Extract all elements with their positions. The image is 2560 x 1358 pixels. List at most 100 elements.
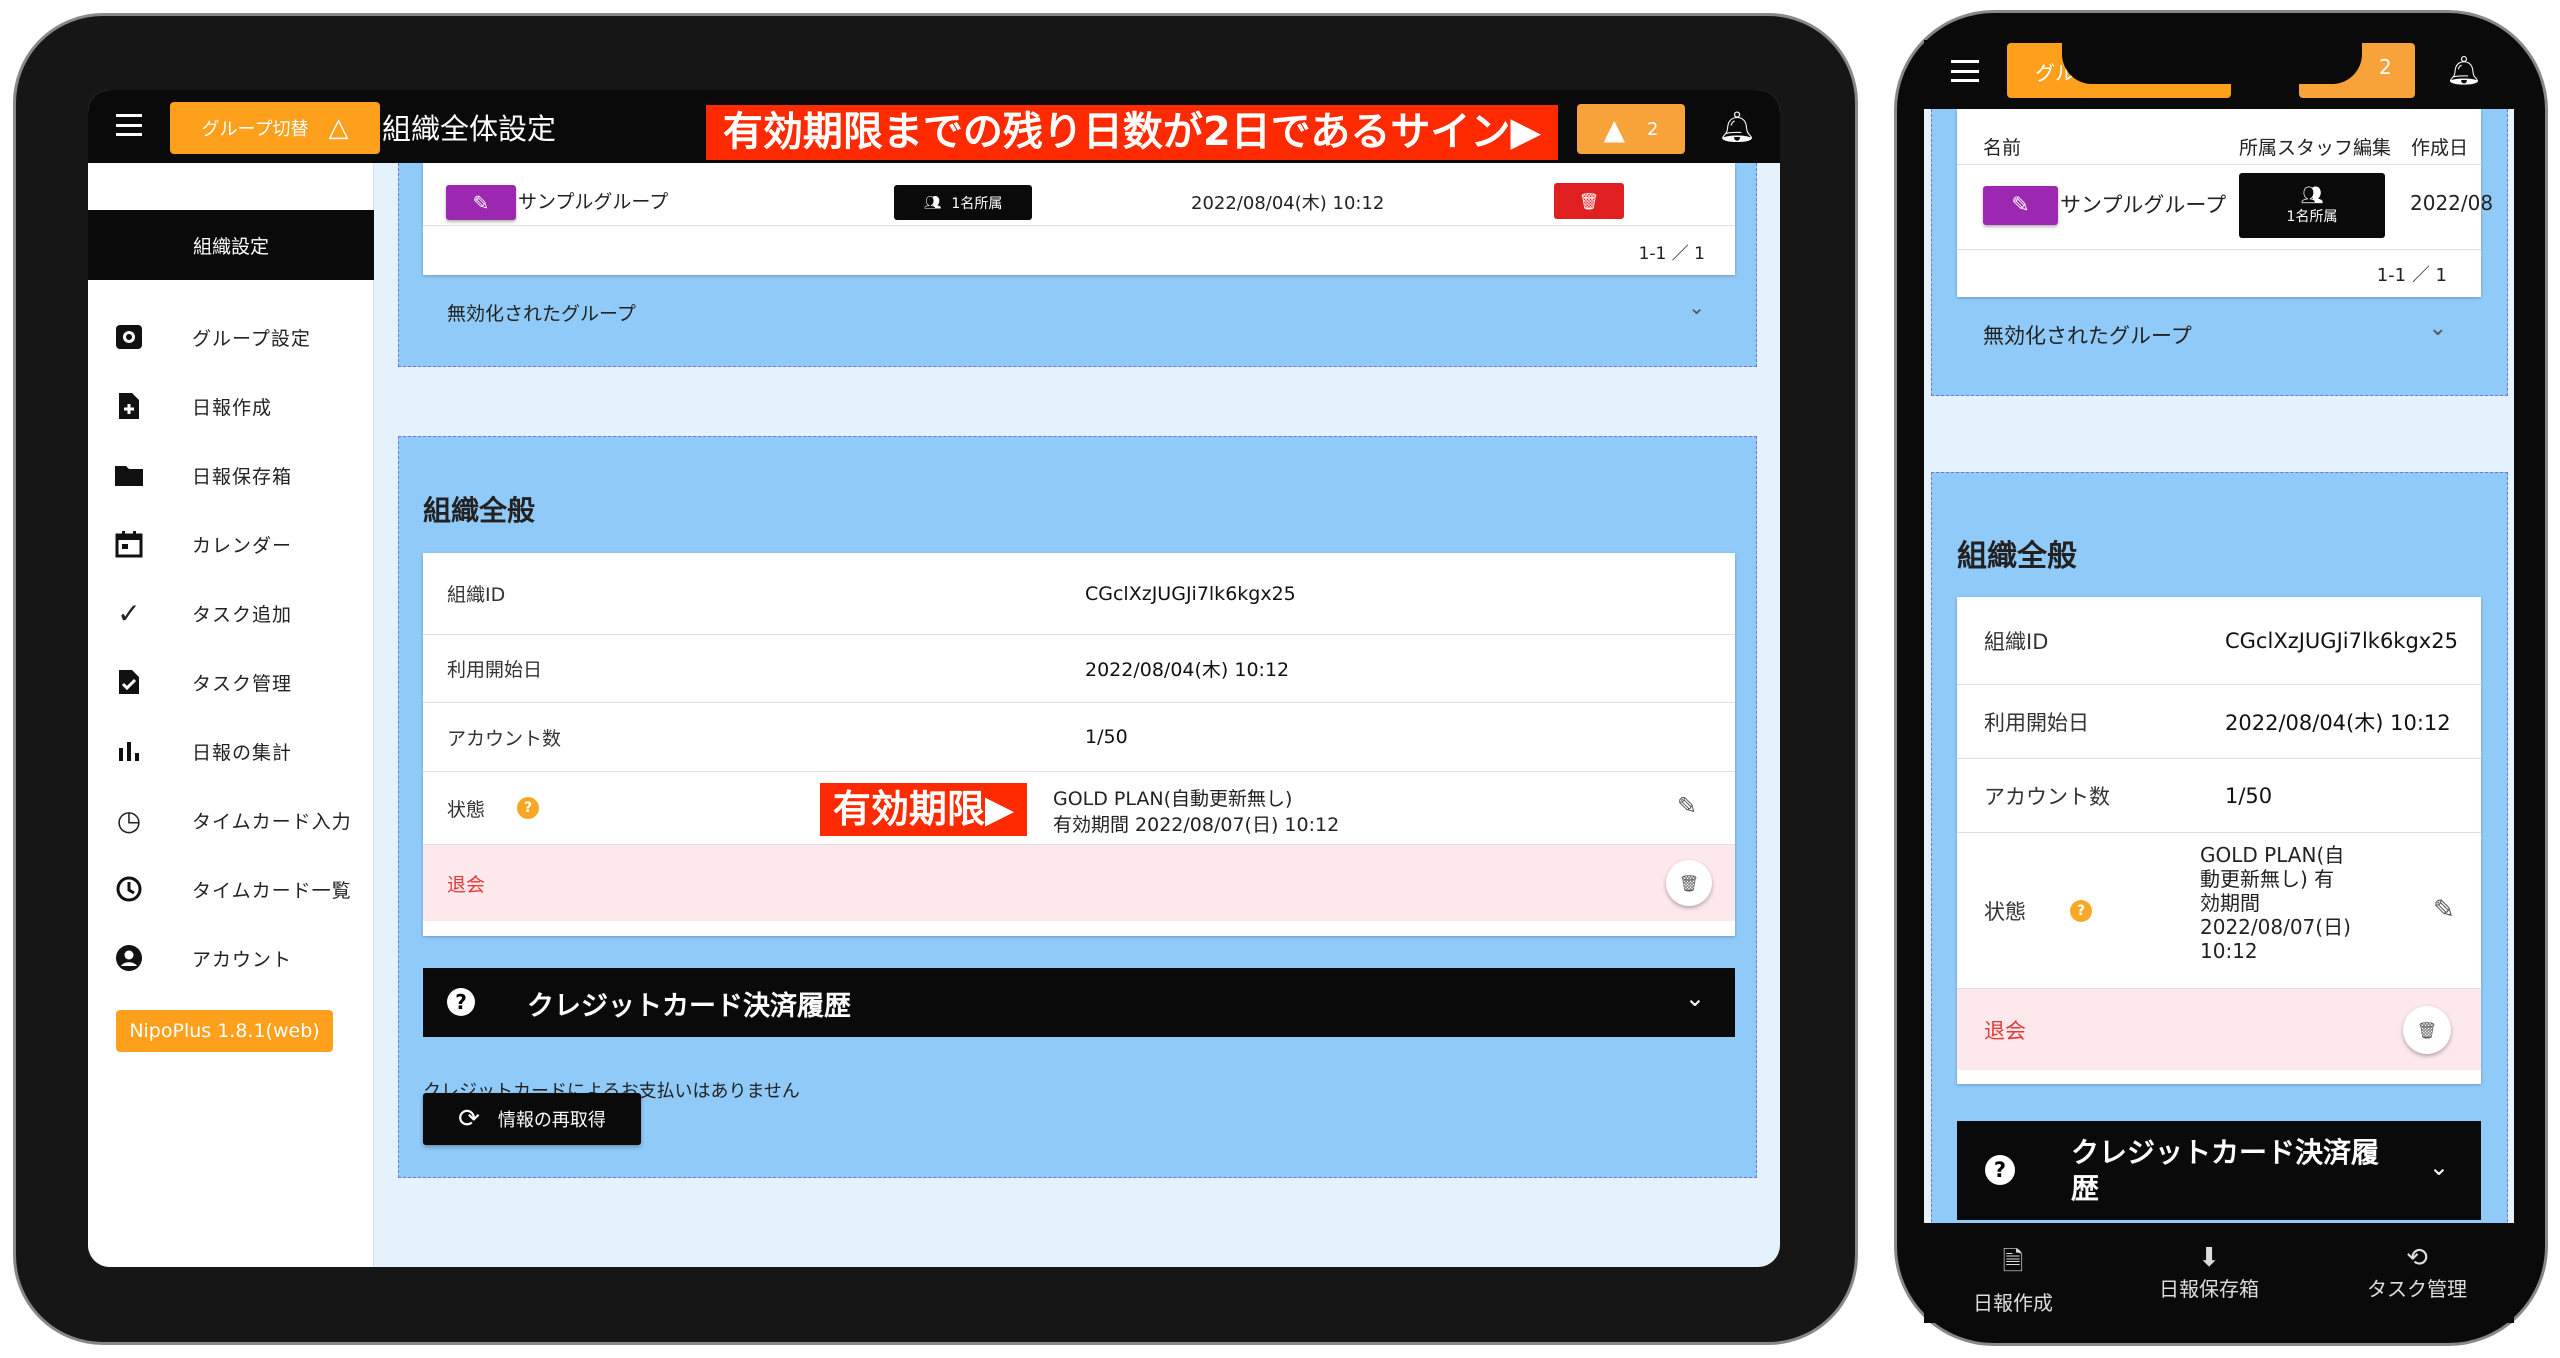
sidebar-item-task-management[interactable]: タスク管理 <box>88 657 374 707</box>
bar-chart-icon <box>114 736 144 766</box>
help-circle-icon: ? <box>447 988 475 1016</box>
menu-icon[interactable] <box>1951 60 1979 82</box>
chevron-down-icon: ⌄ <box>2428 1153 2449 1181</box>
task-refresh-icon: ⟲ <box>2406 1243 2428 1273</box>
refresh-icon: ⟳ <box>458 1104 480 1134</box>
withdraw-label: 退会 <box>1984 1018 2026 1043</box>
sidebar-section-org-settings[interactable]: 組織設定 <box>88 210 374 280</box>
tablet-screen: グループ切替 △ 組織全体設定 有効期限までの残り日数が2日であるサイン▶ ▲ … <box>88 90 1780 1267</box>
accounts-value: 1/50 <box>2225 783 2273 808</box>
sidebar-item-label: カレンダー <box>192 534 293 557</box>
credit-history-accordion[interactable]: ? クレジットカード決済履歴 ⌄ <box>423 968 1735 1037</box>
version-badge[interactable]: NipoPlus 1.8.1(web) <box>116 1010 333 1052</box>
start-date-value: 2022/08/04(木) 10:12 <box>1085 659 1290 681</box>
col-staff: 所属スタッフ編集 <box>2239 137 2392 159</box>
sidebar-item-report-box[interactable]: 日報保存箱 <box>88 450 374 500</box>
warning-icon: ▲ <box>1603 112 1626 146</box>
edit-plan-pencil-icon[interactable]: ✎ <box>2433 895 2455 925</box>
bottom-nav-task-management[interactable]: ⟲ タスク管理 <box>2352 1243 2482 1302</box>
people-icon: 👥︎ <box>923 194 942 211</box>
group-members-button[interactable]: 👥︎ 1名所属 <box>894 185 1032 220</box>
task-check-icon <box>114 667 144 697</box>
accounts-label: アカウント数 <box>1984 784 2110 809</box>
help-icon[interactable]: ? <box>517 797 539 819</box>
expiry-annotation: 有効期限▶ <box>820 783 1027 836</box>
sidebar-item-timecard-list[interactable]: タイムカード一覧 <box>88 864 374 914</box>
expiry-alert-button[interactable]: ▲ 2 <box>1577 104 1685 154</box>
accounts-label: アカウント数 <box>447 727 562 750</box>
withdraw-label: 退会 <box>447 873 486 896</box>
status-label: 状態 <box>1984 899 2026 924</box>
org-id-value: CGclXzJUGJi7lk6kgx25 <box>1085 582 1296 605</box>
warning-outline-icon: △ <box>328 113 349 143</box>
folder-icon <box>114 460 144 490</box>
help-icon[interactable]: ? <box>2070 900 2092 922</box>
sidebar-item-timecard-input[interactable]: ◷ タイムカード入力 <box>88 795 374 845</box>
sidebar-item-calendar[interactable]: カレンダー <box>88 519 374 569</box>
withdraw-row: 退会 🗑︎ <box>423 845 1735 921</box>
members-count: 1名所属 <box>2286 209 2338 225</box>
sidebar-item-account[interactable]: アカウント <box>88 933 374 983</box>
group-name: サンプルグループ <box>518 191 669 213</box>
accounts-row: アカウント数 1/50 <box>423 703 1735 772</box>
group-created-date: 2022/08/04(木) 10:12 <box>1191 193 1385 214</box>
org-id-row: 組織ID CGclXzJUGJi7lk6kgx25 <box>1957 597 2481 685</box>
edit-plan-pencil-icon[interactable]: ✎ <box>1677 792 1697 820</box>
phone-groups-table: 名前 所属スタッフ編集 作成日 ✎ サンプルグループ 👥︎ 1名所属 2022/0… <box>1957 109 2493 297</box>
pagination: 1-1 ／ 1 <box>2376 265 2447 286</box>
delete-group-button[interactable]: 🗑︎ <box>1554 183 1624 219</box>
disabled-groups-toggle[interactable]: 無効化されたグループ ⌄ <box>423 289 1735 333</box>
file-plus-icon <box>114 391 144 421</box>
disabled-groups-toggle[interactable]: 無効化されたグループ ⌄ <box>1957 314 2481 354</box>
org-general-panel: 組織全般 組織ID CGclXzJUGJi7lk6kgx25 利用開始日 202… <box>398 436 1757 1178</box>
phone-screen: 名前 所属スタッフ編集 作成日 ✎ サンプルグループ 👥︎ 1名所属 2022/0… <box>1924 109 2514 1223</box>
org-general-heading: 組織全般 <box>423 494 536 527</box>
sidebar: 組織設定 グループ設定 日報作成 日報保存箱 カレンダー ✓ タスク追加 タスク管… <box>88 163 374 1267</box>
group-switch-button[interactable]: グループ切替 △ <box>170 102 380 154</box>
sidebar-item-add-task[interactable]: ✓ タスク追加 <box>88 588 374 638</box>
group-name: サンプルグループ <box>2060 193 2227 217</box>
sidebar-item-label: タイムカード入力 <box>192 810 352 833</box>
members-count: 1名所属 <box>951 195 1003 212</box>
menu-icon[interactable] <box>116 114 142 136</box>
sidebar-item-label: グループ設定 <box>192 327 311 350</box>
credit-history-accordion[interactable]: ? クレジットカード決済履歴 ⌄ <box>1957 1121 2481 1220</box>
bottom-nav-label: 日報作成 <box>1973 1291 2053 1315</box>
groups-table: ✎ サンプルグループ 👥︎ 1名所属 2022/08/04(木) 10:12 🗑︎… <box>423 163 1735 275</box>
sidebar-item-label: タスク追加 <box>192 603 293 626</box>
accounts-row: アカウント数 1/50 <box>1957 759 2481 833</box>
start-date-label: 利用開始日 <box>447 659 543 681</box>
col-name: 名前 <box>1983 137 2022 159</box>
bottom-nav-label: タスク管理 <box>2367 1277 2467 1301</box>
edit-group-button[interactable]: ✎ <box>446 185 516 220</box>
trash-icon: 🗑︎ <box>1578 191 1600 211</box>
sidebar-section-label: 組織設定 <box>192 235 269 258</box>
pencil-icon: ✎ <box>2011 193 2030 218</box>
bottom-nav-label: 日報保存箱 <box>2159 1277 2259 1301</box>
group-members-button[interactable]: 👥︎ 1名所属 <box>2239 173 2385 238</box>
group-switch-label: グループ切替 <box>201 119 309 140</box>
bell-icon[interactable]: 🔔︎ <box>2446 54 2482 87</box>
phone-org-general-panel: 組織全般 組織ID CGclXzJUGJi7lk6kgx25 利用開始日 202… <box>1931 472 2508 1223</box>
bottom-nav-report-box[interactable]: ⬇︎ 日報保存箱 <box>2144 1243 2274 1302</box>
sidebar-item-group-settings[interactable]: グループ設定 <box>88 312 374 362</box>
sidebar-item-report-summary[interactable]: 日報の集計 <box>88 726 374 776</box>
refresh-button[interactable]: ⟳ 情報の再取得 <box>423 1093 641 1145</box>
bottom-nav-create-report[interactable]: 🗎 日報作成 <box>1963 1243 2063 1316</box>
edit-group-button[interactable]: ✎ <box>1983 186 2058 225</box>
sidebar-item-create-report[interactable]: 日報作成 <box>88 381 374 431</box>
disabled-groups-label: 無効化されたグループ <box>447 303 636 325</box>
withdraw-button[interactable]: 🗑︎ <box>2403 1006 2451 1054</box>
people-icon: 👥︎ <box>2300 185 2324 206</box>
app-header: グループ切替 △ 組織全体設定 有効期限までの残り日数が2日であるサイン▶ ▲ … <box>88 90 1780 163</box>
help-circle-icon: ? <box>1985 1155 2015 1185</box>
bell-icon[interactable]: 🔔︎ <box>1718 110 1756 145</box>
chevron-down-icon: ⌄ <box>2428 316 2447 341</box>
withdraw-button[interactable]: 🗑︎ <box>1666 860 1712 906</box>
credit-history-title: クレジットカード決済履歴 <box>2071 1136 2380 1205</box>
credit-history-title: クレジットカード決済履歴 <box>527 991 851 1022</box>
sidebar-item-label: アカウント <box>192 948 293 971</box>
chevron-down-icon: ⌄ <box>1688 295 1705 319</box>
sidebar-item-label: タスク管理 <box>192 672 293 695</box>
trash-icon: 🗑︎ <box>2416 1020 2438 1040</box>
